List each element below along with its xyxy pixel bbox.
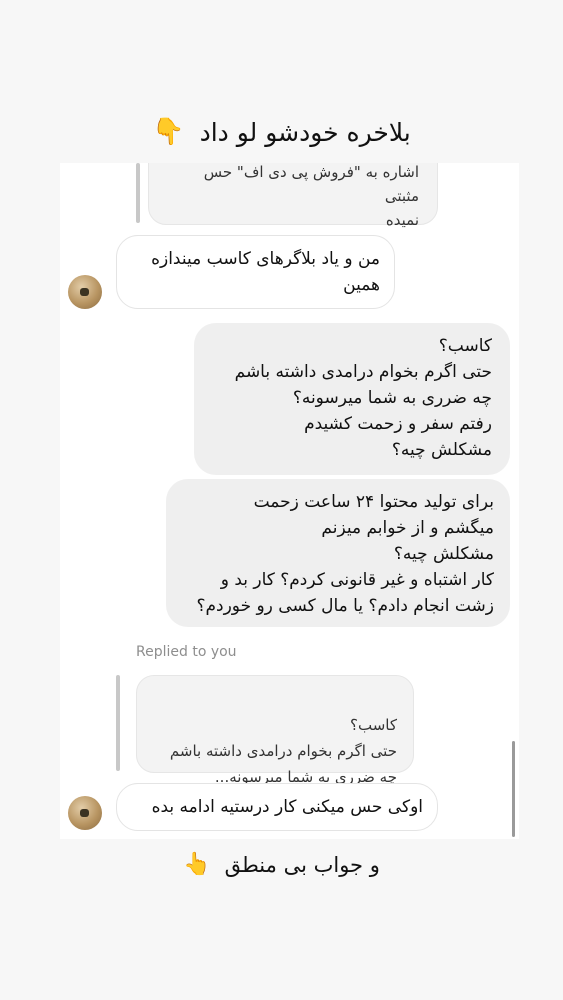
quoted-message-top[interactable]: اشاره به "فروش پی دی اف" حس مثبتی نمیده [148, 163, 438, 229]
incoming-message[interactable]: من و یاد بلاگرهای کاسب میندازه همین [116, 235, 395, 309]
replied-to-you-label: Replied to you [136, 644, 237, 660]
dm-thread-screenshot: اشاره به "فروش پی دی اف" حس مثبتی نمیده … [60, 163, 519, 839]
reply-quote[interactable]: کاسب؟ حتی اگرم بخوام درامدی داشته باشم چ… [136, 675, 414, 812]
story-headline: 👇 بلاخره خودشو لو داد [0, 112, 563, 152]
outgoing-message[interactable]: برای تولید محتوا ۲۴ ساعت زحمت میگشم و از… [166, 479, 510, 627]
incoming-message[interactable]: اوکی حس میکنی کار درستیه ادامه بده [116, 783, 438, 831]
quote-bar [136, 163, 140, 223]
sender-avatar[interactable] [68, 796, 102, 830]
headline-text: بلاخره خودشو لو داد [199, 117, 411, 147]
outgoing-message[interactable]: کاسب؟ حتی اگرم بخوام درامدی داشته باشم چ… [194, 323, 510, 475]
story-footer: 👆 و جواب بی منطق [0, 848, 563, 882]
pointing-down-icon: 👇 [152, 117, 186, 147]
scrollbar[interactable] [512, 741, 515, 837]
reply-quote-text: کاسب؟ حتی اگرم بخوام درامدی داشته باشم چ… [169, 716, 397, 786]
quote-bar [116, 675, 120, 771]
pointing-up-icon: 👆 [183, 852, 213, 877]
footer-text: و جواب بی منطق [224, 853, 380, 877]
sender-avatar[interactable] [68, 275, 102, 309]
